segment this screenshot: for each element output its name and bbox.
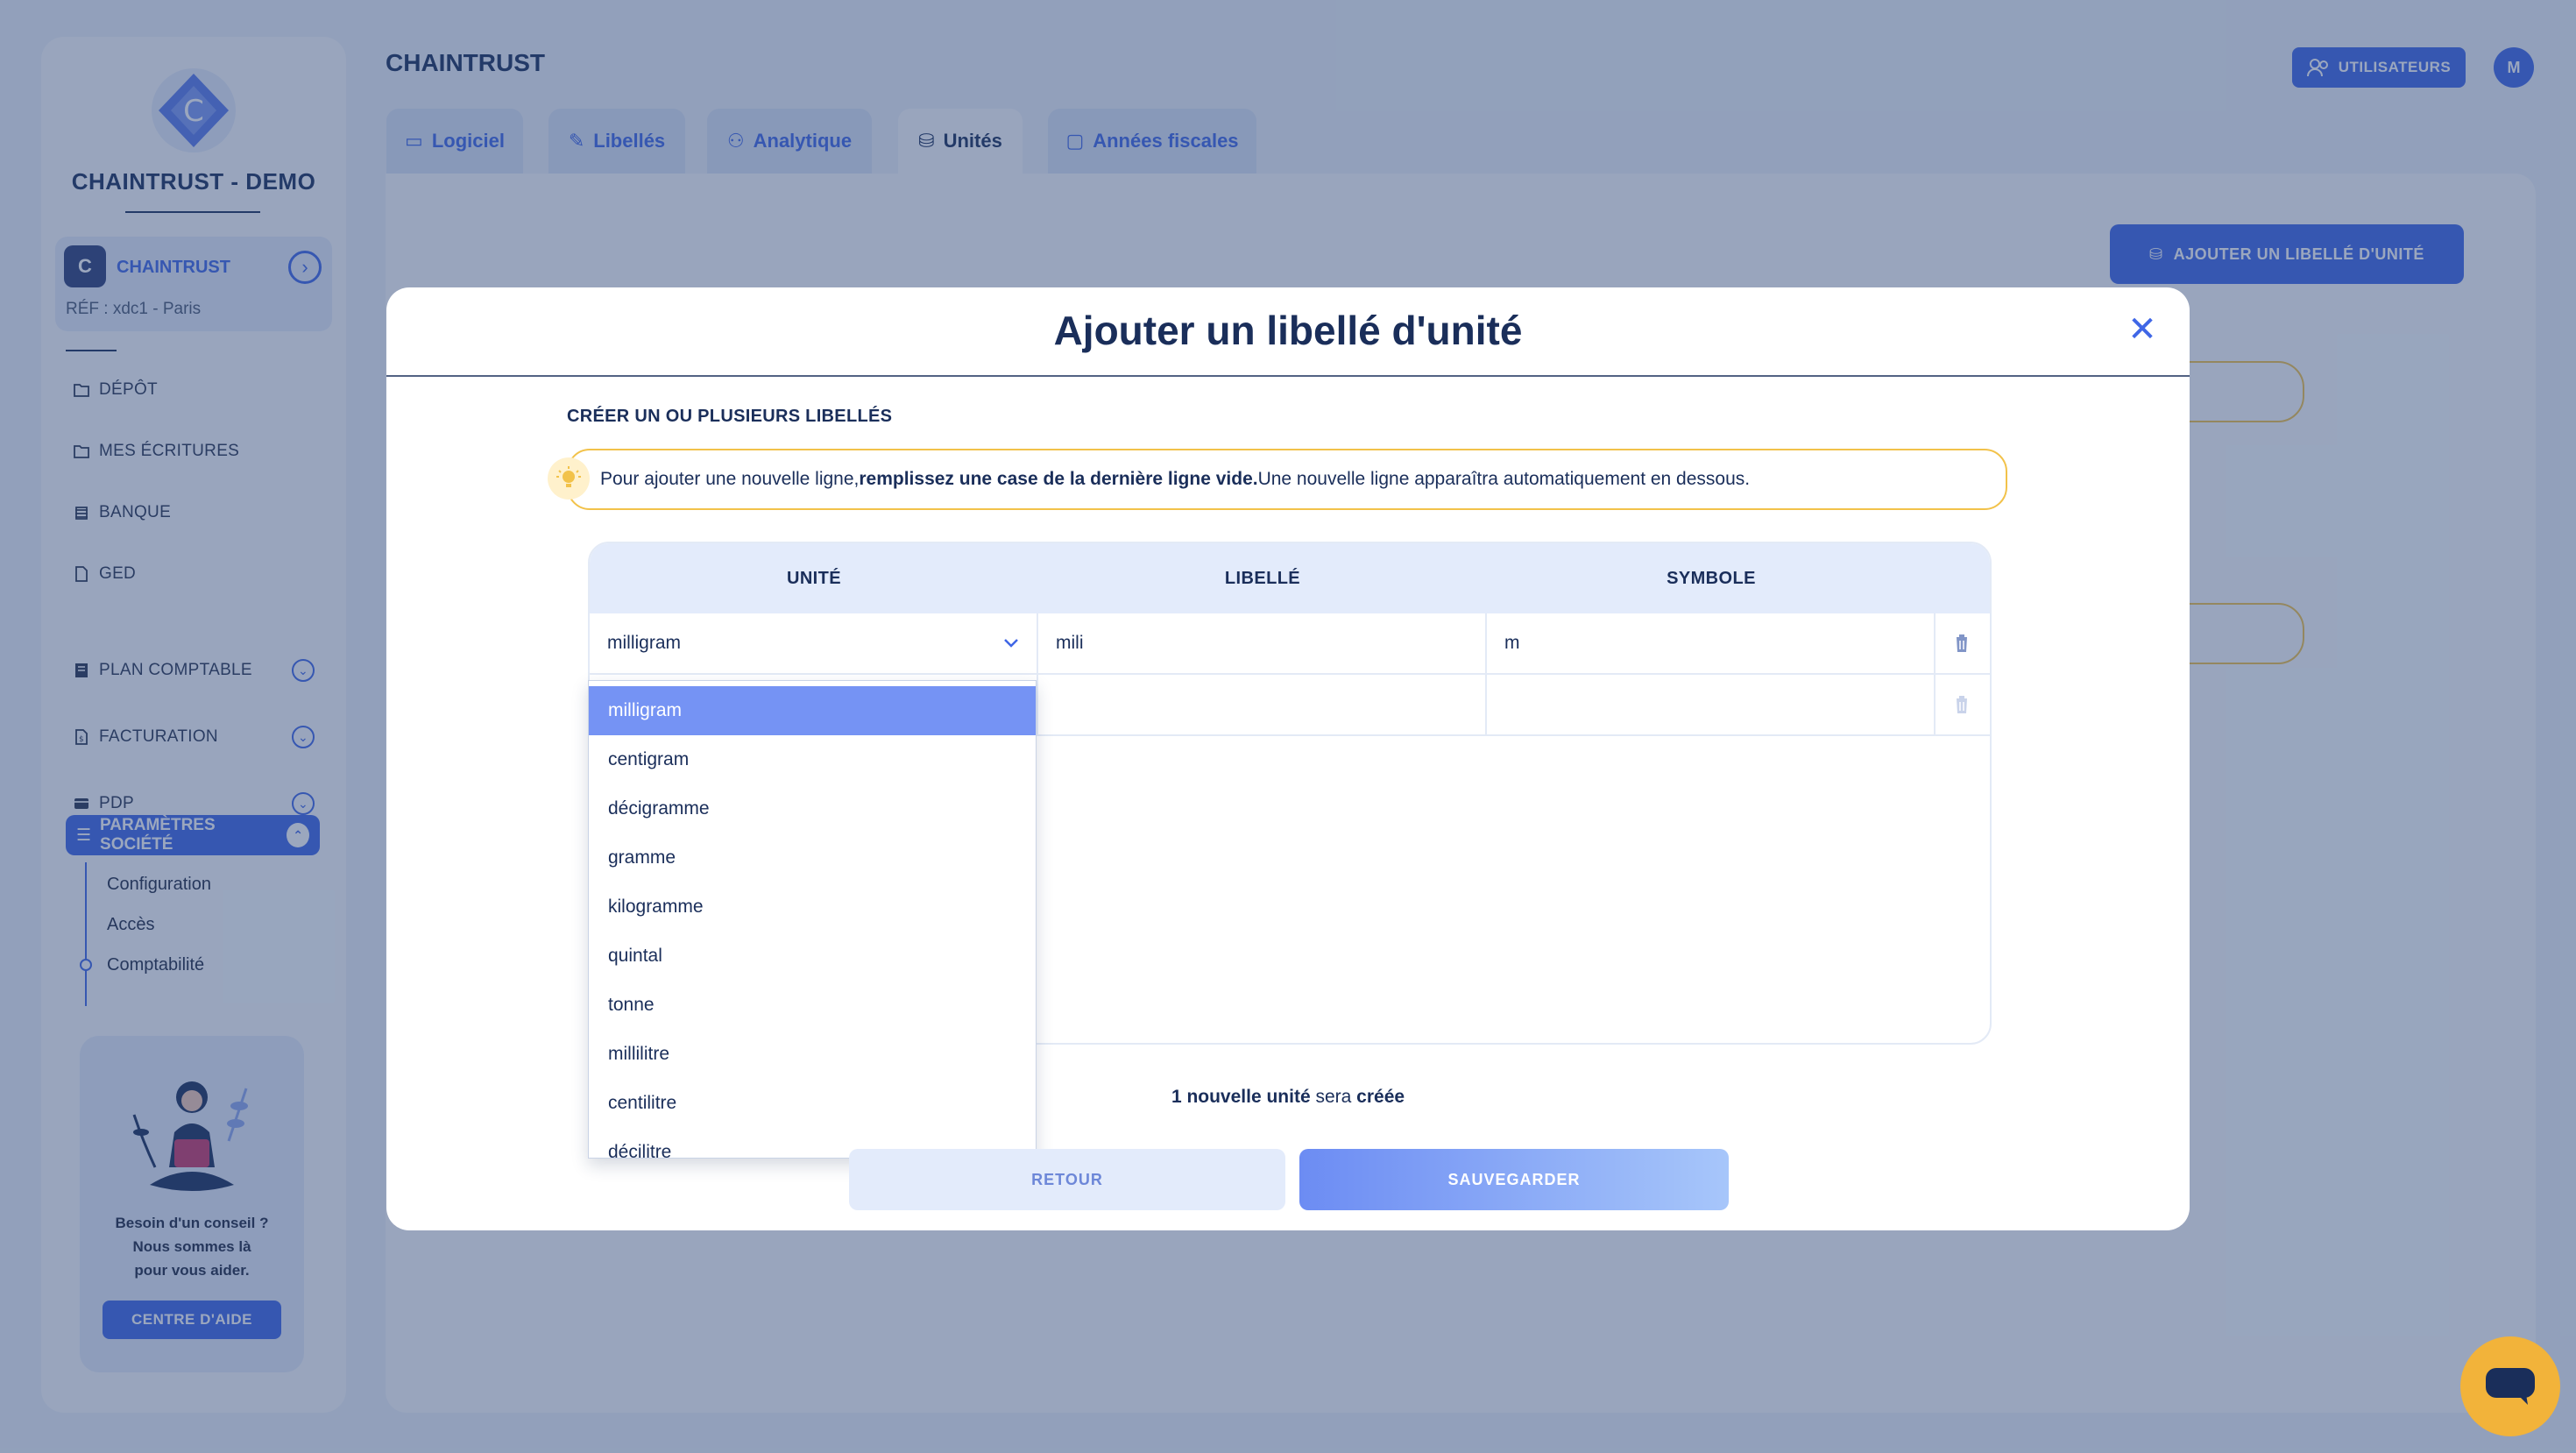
trash-icon[interactable] — [1948, 691, 1976, 719]
symbol-input[interactable]: m — [1487, 613, 1936, 675]
chevron-down-icon — [1004, 639, 1018, 648]
dropdown-option[interactable]: milligram — [589, 686, 1036, 735]
dropdown-option[interactable]: millilitre — [589, 1030, 1036, 1079]
dropdown-option[interactable]: gramme — [589, 833, 1036, 882]
symbol-input[interactable] — [1487, 675, 1936, 736]
creation-count: 1 nouvelle unité sera créée — [1171, 1087, 1405, 1107]
chat-launcher-button[interactable] — [2460, 1336, 2560, 1436]
label-input[interactable]: mili — [1038, 613, 1487, 675]
modal-title: Ajouter un libellé d'unité — [1053, 308, 1523, 353]
lightbulb-icon — [548, 457, 590, 500]
column-header-unite: UNITÉ — [787, 568, 841, 588]
dropdown-option[interactable]: décigramme — [589, 784, 1036, 833]
dropdown-option[interactable]: quintal — [589, 932, 1036, 981]
back-button[interactable]: RETOUR — [849, 1149, 1285, 1210]
trash-icon[interactable] — [1948, 629, 1976, 657]
tip-banner: Pour ajouter une nouvelle ligne, remplis… — [567, 449, 2007, 510]
save-button[interactable]: SAUVEGARDER — [1299, 1149, 1729, 1210]
table-header: UNITÉ LIBELLÉ SYMBOLE — [590, 543, 1990, 613]
unit-select[interactable]: milligram — [590, 613, 1038, 675]
close-icon[interactable]: ✕ — [2125, 310, 2160, 349]
dropdown-option[interactable]: centigram — [589, 735, 1036, 784]
label-input[interactable] — [1038, 675, 1487, 736]
row-actions — [1936, 613, 1990, 675]
add-unit-modal: Ajouter un libellé d'unité ✕ CRÉER UN OU… — [386, 287, 2190, 1230]
chat-bubble-icon — [2486, 1368, 2535, 1405]
column-header-libelle: LIBELLÉ — [1224, 568, 1301, 588]
dropdown-option[interactable]: tonne — [589, 981, 1036, 1030]
modal-divider — [386, 375, 2190, 377]
section-label: CRÉER UN OU PLUSIEURS LIBELLÉS — [567, 407, 893, 426]
row-actions — [1936, 675, 1990, 736]
column-header-symbole: SYMBOLE — [1667, 568, 1756, 588]
dropdown-option[interactable]: kilogramme — [589, 882, 1036, 932]
